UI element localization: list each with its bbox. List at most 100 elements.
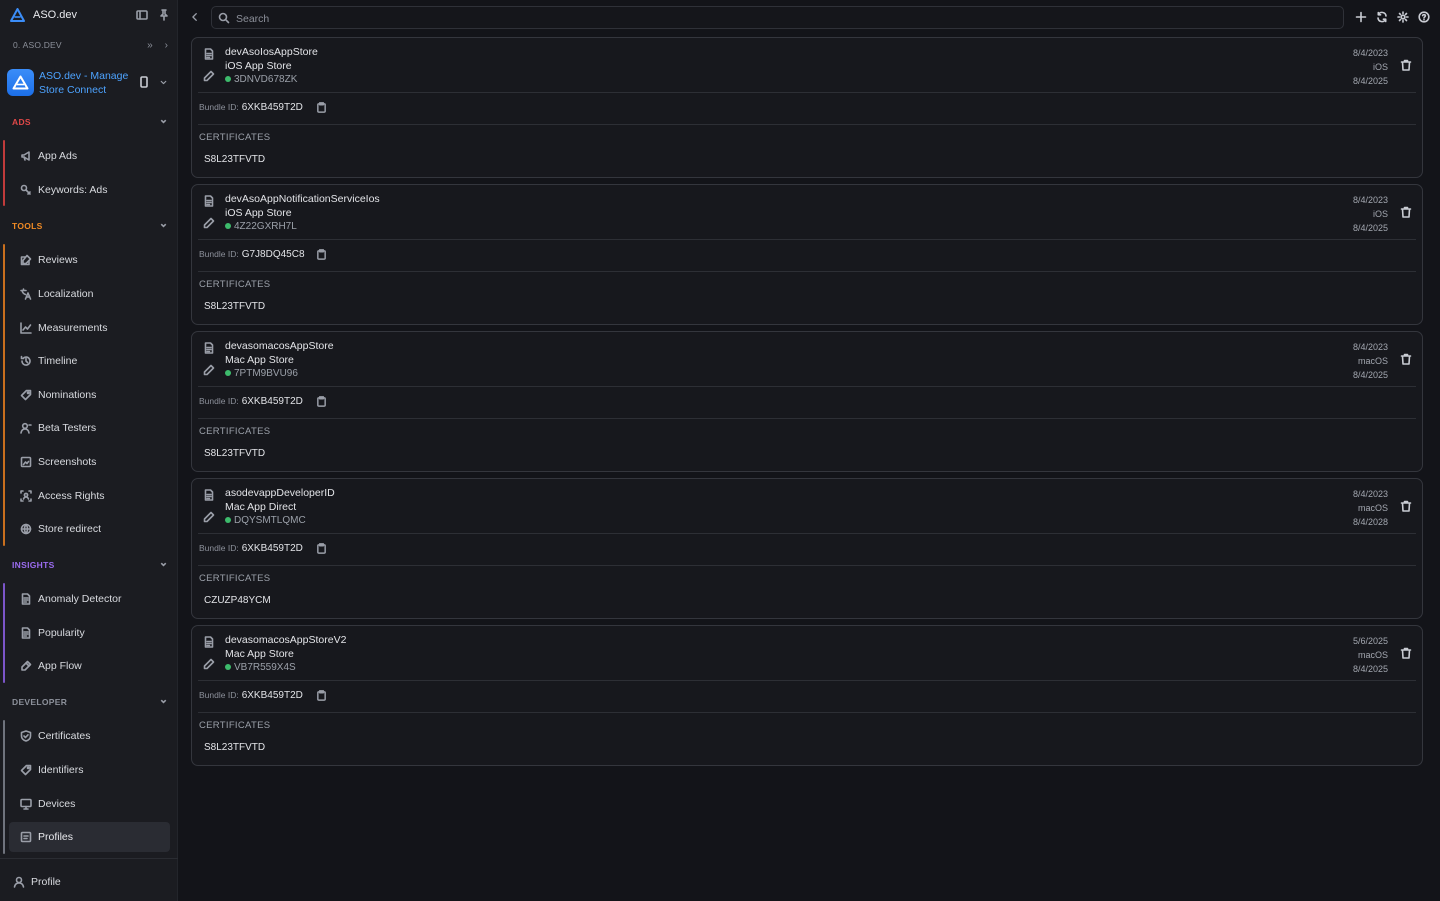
certificate-id[interactable]: S8L23TFVTD <box>204 154 265 165</box>
copy-icon[interactable] <box>316 690 327 701</box>
sidebar-item-certificates[interactable]: Certificates <box>9 721 170 751</box>
sidebar-item-store-redirect[interactable]: Store redirect <box>9 514 170 544</box>
certificate-id[interactable]: S8L23TFVTD <box>204 742 265 753</box>
sidebar-item-popularity[interactable]: Popularity <box>9 618 170 648</box>
sidebar-item-keywords-ads[interactable]: Keywords: Ads <box>9 175 170 205</box>
profile-name: devAsoIosAppStore <box>225 46 318 58</box>
profile-card[interactable]: devAsoIosAppStore iOS App Store 3DNVD678… <box>191 37 1423 178</box>
folder-icon <box>20 831 32 843</box>
platform: macOS <box>1357 356 1388 366</box>
sidebar-item-screenshots[interactable]: Screenshots <box>9 447 170 477</box>
pin-icon[interactable] <box>158 9 170 21</box>
keywords-icon <box>20 184 32 196</box>
sidebar-item-label: Beta Testers <box>38 422 97 434</box>
sidebar-item-profiles[interactable]: Profiles <box>9 822 170 852</box>
chevron-down-icon[interactable] <box>159 78 168 87</box>
plus-icon[interactable] <box>1355 11 1367 23</box>
sidebar-item-label: Access Rights <box>38 490 105 502</box>
copy-icon[interactable] <box>316 396 327 407</box>
bundle-id-label: Bundle ID: <box>199 396 239 406</box>
profile-card[interactable]: devasomacosAppStoreV2 Mac App Store VB7R… <box>191 625 1423 766</box>
profile-name: devasomacosAppStore <box>225 340 334 352</box>
expiration-date: 8/4/2025 <box>1352 76 1388 86</box>
certificate-id[interactable]: CZUZP48YCM <box>204 595 271 606</box>
section-tools-header[interactable]: TOOLS <box>0 217 178 235</box>
sidebar-item-app-ads[interactable]: App Ads <box>9 141 170 171</box>
section-developer-header[interactable]: DEVELOPER <box>0 693 178 711</box>
sidebar-item-label: Nominations <box>38 389 97 401</box>
bundle-id-value: G7J8DQ45C8 <box>241 249 305 260</box>
profile-meta: 8/4/2023 iOS 8/4/2025 <box>1353 193 1388 235</box>
sidebar-item-devices[interactable]: Devices <box>9 789 170 819</box>
section-insights-header[interactable]: INSIGHTS <box>0 556 178 574</box>
profile-link[interactable]: Profile <box>0 866 178 896</box>
bundle-id-label: Bundle ID: <box>199 102 239 112</box>
certificates-heading: CERTIFICATES <box>199 573 271 584</box>
user-icon <box>20 422 32 434</box>
sidebar-item-reviews[interactable]: Reviews <box>9 245 170 275</box>
profile-id-value: 4Z22GXRH7L <box>234 221 297 232</box>
sidebar-item-identifiers[interactable]: Identifiers <box>9 755 170 785</box>
sidebar-item-nominations[interactable]: Nominations <box>9 380 170 410</box>
sidebar-item-timeline[interactable]: Timeline <box>9 346 170 376</box>
sidebar-item-measurements[interactable]: Measurements <box>9 313 170 343</box>
trash-icon[interactable] <box>1400 59 1412 71</box>
created-date: 8/4/2023 <box>1352 195 1388 205</box>
sidebar-item-access-rights[interactable]: Access Rights <box>9 481 170 511</box>
trash-icon[interactable] <box>1400 206 1412 218</box>
profile-card[interactable]: devasomacosAppStore Mac App Store 7PTM9B… <box>191 331 1423 472</box>
sidebar-item-app-flow[interactable]: App Flow <box>9 651 170 681</box>
document-icon <box>203 195 215 207</box>
expiration-date: 8/4/2028 <box>1352 517 1388 527</box>
gear-icon[interactable] <box>1397 11 1409 23</box>
divider <box>198 386 1416 387</box>
chevron-right-icon[interactable]: › <box>165 40 168 51</box>
profile-card[interactable]: asodevappDeveloperID Mac App Direct DQYS… <box>191 478 1423 619</box>
edit-icon[interactable] <box>203 658 215 670</box>
trash-icon[interactable] <box>1400 353 1412 365</box>
document-icon <box>20 593 32 605</box>
bundle-id: Bundle ID: G7J8DQ45C8 <box>199 249 305 260</box>
sidebar-item-localization[interactable]: Localization <box>9 279 170 309</box>
edit-icon[interactable] <box>203 70 215 82</box>
refresh-icon[interactable] <box>1376 11 1388 23</box>
sidebar-item-label: Timeline <box>38 355 78 367</box>
edit-icon[interactable] <box>203 364 215 376</box>
megaphone-icon <box>20 150 32 162</box>
sidebar-item-beta-testers[interactable]: Beta Testers <box>9 413 170 443</box>
chevron-left-icon[interactable] <box>190 12 200 22</box>
trash-icon[interactable] <box>1400 500 1412 512</box>
copy-icon[interactable] <box>316 102 327 113</box>
profile-meta: 8/4/2023 macOS 8/4/2028 <box>1353 487 1388 529</box>
app-selector[interactable]: ASO.dev - Manage Store Connect <box>0 64 178 104</box>
document-icon <box>203 48 215 60</box>
platform: macOS <box>1357 650 1388 660</box>
trash-icon[interactable] <box>1400 647 1412 659</box>
document-icon <box>203 489 215 501</box>
help-icon[interactable] <box>1418 11 1430 23</box>
bundle-id-value: 6XKB459T2D <box>241 543 303 554</box>
phone-icon[interactable] <box>138 76 150 88</box>
org-selector[interactable]: 0. ASO.DEV » › <box>0 36 178 56</box>
copy-icon[interactable] <box>316 249 327 260</box>
certificates-heading: CERTIFICATES <box>199 132 271 143</box>
divider <box>198 712 1416 713</box>
status-dot <box>225 517 231 523</box>
profile-type: Mac App Store <box>225 648 294 660</box>
double-chevron-icon[interactable]: » <box>147 40 153 51</box>
sidebar-item-anomaly-detector[interactable]: Anomaly Detector <box>9 584 170 614</box>
search-box[interactable] <box>211 6 1344 29</box>
section-ads-header[interactable]: ADS <box>0 113 178 131</box>
certificate-id[interactable]: S8L23TFVTD <box>204 301 265 312</box>
copy-icon[interactable] <box>316 543 327 554</box>
section-rail <box>3 720 5 854</box>
document-icon <box>203 636 215 648</box>
profile-card[interactable]: devAsoAppNotificationServiceIos iOS App … <box>191 184 1423 325</box>
bundle-id: Bundle ID: 6XKB459T2D <box>199 102 303 113</box>
edit-icon[interactable] <box>203 217 215 229</box>
flow-icon <box>20 660 32 672</box>
certificate-id[interactable]: S8L23TFVTD <box>204 448 265 459</box>
edit-icon[interactable] <box>203 511 215 523</box>
search-input[interactable] <box>234 9 1338 28</box>
sidebar-toggle-icon[interactable] <box>136 9 148 21</box>
